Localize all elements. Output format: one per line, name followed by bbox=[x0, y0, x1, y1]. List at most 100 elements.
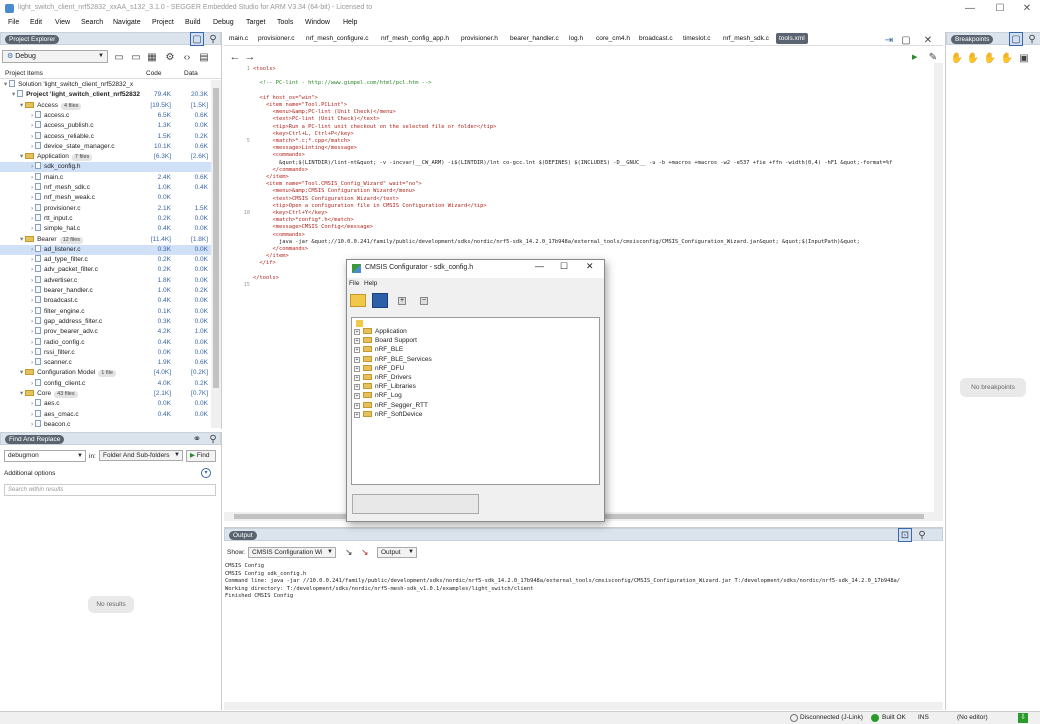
open-folder-icon[interactable]: ▭ bbox=[129, 50, 143, 64]
tree-file[interactable]: › aes_cmac.c 0.4K 0.0K bbox=[0, 409, 211, 420]
menu-view[interactable]: View bbox=[55, 19, 70, 26]
expand-icon[interactable]: + bbox=[354, 402, 360, 409]
expand-icon[interactable]: + bbox=[354, 356, 360, 363]
expand-icon[interactable]: + bbox=[354, 329, 360, 335]
config-tree-item[interactable]: + nRF_Drivers bbox=[354, 373, 411, 382]
run-icon[interactable]: ▶ bbox=[912, 53, 917, 61]
tree-file[interactable]: › simple_hal.c 0.4K 0.0K bbox=[0, 224, 211, 234]
tree-file[interactable]: › access_publish.c 1.3K 0.0K bbox=[0, 121, 211, 131]
config-select[interactable]: ⚙ Debug ▼ bbox=[2, 50, 108, 63]
tree-file[interactable]: › provisioner.c 2.1K 1.5K bbox=[0, 203, 211, 214]
config-tree-item[interactable]: + nRF_SoftDevice bbox=[354, 410, 422, 419]
tree-file[interactable]: › main.c 2.4K 0.6K bbox=[0, 172, 211, 183]
minimize-icon[interactable]: — bbox=[535, 261, 544, 271]
save-icon[interactable] bbox=[372, 293, 388, 308]
tab-log-h[interactable]: log.h bbox=[569, 33, 583, 44]
additional-options[interactable]: Additional options bbox=[4, 470, 55, 477]
menu-navigate[interactable]: Navigate bbox=[113, 19, 141, 26]
tree-file[interactable]: › sdk_config.h bbox=[0, 162, 211, 173]
tree-file[interactable]: › filter_engine.c 0.1K 0.0K bbox=[0, 306, 211, 317]
close-icon[interactable]: ✕ bbox=[1012, 0, 1040, 17]
binoculars-icon[interactable]: ⚭ bbox=[190, 432, 204, 446]
tab-core-cm4-h[interactable]: core_cm4.h bbox=[596, 33, 630, 44]
tree-file[interactable]: › config_client.c 4.0K 0.2K bbox=[0, 378, 211, 389]
expand-icon[interactable]: + bbox=[354, 375, 360, 381]
tree-file[interactable]: › advertiser.c 1.8K 0.0K bbox=[0, 275, 211, 286]
config-tree-item[interactable]: + nRF_Libraries bbox=[354, 382, 416, 391]
tree-file[interactable]: › prov_bearer_adv.c 4.2K 1.0K bbox=[0, 327, 211, 337]
tree-node[interactable]: ▾ Solution 'light_switch_client_nrf52832… bbox=[0, 80, 211, 90]
menu-search[interactable]: Search bbox=[81, 19, 103, 26]
config-tree[interactable]: + Application + Board Support + nRF_BLE + nRF_B… bbox=[351, 317, 600, 485]
settings-icon[interactable]: ⚙ bbox=[163, 50, 177, 64]
maximize-panel-icon[interactable]: ▢ bbox=[190, 32, 204, 46]
download-icon[interactable]: ⇩ bbox=[1018, 713, 1028, 723]
menu-window[interactable]: Window bbox=[305, 19, 330, 26]
options-icon[interactable]: ▤ bbox=[197, 50, 211, 64]
back-icon[interactable]: ← bbox=[228, 50, 242, 64]
tree-file[interactable]: › ad_type_filter.c 0.2K 0.0K bbox=[0, 255, 211, 265]
code-icon[interactable]: ‹› bbox=[180, 50, 194, 64]
menu-file[interactable]: File bbox=[8, 19, 19, 26]
config-tree-item[interactable]: + nRF_Log bbox=[354, 391, 402, 400]
new-file-icon[interactable]: ▭ bbox=[112, 50, 126, 64]
expand-icon[interactable]: + bbox=[354, 365, 360, 372]
tree-file[interactable]: › broadcast.c 0.4K 0.0K bbox=[0, 296, 211, 306]
pin-icon[interactable]: ⚲ bbox=[915, 528, 929, 542]
tab-nrf-mesh-sdk-c[interactable]: nrf_mesh_sdk.c bbox=[723, 33, 769, 44]
scrollbar-thumb[interactable] bbox=[213, 88, 219, 388]
maximize-panel-icon[interactable]: ▢ bbox=[1009, 32, 1023, 46]
tree-file[interactable]: › access_reliable.c 1.5K 0.2K bbox=[0, 131, 211, 142]
prev-location-icon[interactable]: ↘ bbox=[345, 547, 353, 558]
next-location-icon[interactable]: ↘ bbox=[361, 547, 369, 558]
menu-debug[interactable]: Debug bbox=[213, 19, 234, 26]
hand-new-icon[interactable]: ✋ bbox=[966, 51, 980, 65]
search-input[interactable]: debugmon ▼ bbox=[4, 450, 86, 462]
config-tree-item[interactable]: + Board Support bbox=[354, 336, 417, 345]
tree-file[interactable]: › device_state_manager.c 10.1K 0.6K bbox=[0, 141, 211, 152]
expand-icon[interactable]: + bbox=[354, 338, 360, 345]
tab-main-c[interactable]: main.c bbox=[229, 33, 248, 44]
menu-build[interactable]: Build bbox=[185, 19, 201, 26]
output-hscrollbar[interactable] bbox=[224, 702, 943, 710]
tree-file[interactable]: › radio_config.c 0.4K 0.0K bbox=[0, 337, 211, 348]
pin-icon[interactable]: ⚲ bbox=[1025, 32, 1039, 46]
expand-icon[interactable]: + bbox=[354, 393, 360, 400]
connection-status[interactable]: Disconnected (J-Link) bbox=[800, 714, 863, 721]
tree-file[interactable]: › scanner.c 1.9K 0.6K bbox=[0, 358, 211, 368]
tree-folder[interactable]: ▾ Bearer 12 files [11.4K] [1.8K] bbox=[0, 235, 211, 245]
tree-file[interactable]: › beacon.c bbox=[0, 419, 211, 428]
scope-select[interactable]: Folder And Sub-folders ▼ bbox=[99, 450, 183, 461]
tab-nrf-mesh-config-app-h[interactable]: nrf_mesh_config_app.h bbox=[381, 33, 449, 44]
tree-file[interactable]: › nrf_mesh_weak.c 0.0K bbox=[0, 193, 211, 203]
config-tree-item[interactable]: + nRF_DFU bbox=[354, 364, 404, 373]
tree-folder[interactable]: ▾ Access 4 files [19.5K] [1.5K] bbox=[0, 101, 211, 111]
output-source-select[interactable]: CMSIS Configuration Wi ▼ bbox=[248, 547, 336, 558]
config-tree-item[interactable]: + nRF_BLE bbox=[354, 345, 403, 354]
open-folder-icon[interactable] bbox=[350, 294, 366, 307]
output-target-select[interactable]: Output ▼ bbox=[377, 547, 417, 558]
collapse-all-icon[interactable]: − bbox=[420, 297, 428, 305]
tree-file[interactable]: › bearer_handler.c 1.0K 0.2K bbox=[0, 286, 211, 296]
expand-all-icon[interactable]: + bbox=[398, 297, 406, 305]
tree-folder[interactable]: ▾ Core 43 files [2.1K] [0.7K] bbox=[0, 389, 211, 399]
tab-nrf-mesh-configure-c[interactable]: nrf_mesh_configure.c bbox=[306, 33, 369, 44]
menu-help[interactable]: Help bbox=[343, 19, 357, 26]
results-search-input[interactable]: Search within results bbox=[4, 484, 216, 496]
expand-icon[interactable]: ▾ bbox=[201, 468, 211, 478]
menu-target[interactable]: Target bbox=[246, 19, 265, 26]
close-icon[interactable]: ✕ bbox=[586, 261, 594, 272]
forward-icon[interactable]: → bbox=[243, 50, 257, 64]
maximize-icon[interactable]: ☐ bbox=[985, 0, 1015, 17]
pin-icon[interactable]: ⚲ bbox=[206, 432, 220, 446]
hand-icon[interactable]: ✋ bbox=[950, 51, 964, 65]
expand-icon[interactable]: + bbox=[354, 384, 360, 391]
find-button[interactable]: ▶ Find bbox=[186, 450, 216, 462]
editor-vscrollbar[interactable] bbox=[934, 63, 943, 512]
dialog-menu-file[interactable]: File bbox=[349, 280, 359, 287]
maximize-icon[interactable]: ☐ bbox=[560, 261, 568, 272]
breakpoint-window-icon[interactable]: ▣ bbox=[1017, 51, 1031, 65]
minimize-icon[interactable]: — bbox=[955, 0, 985, 17]
close-tab-icon[interactable]: ✕ bbox=[921, 33, 935, 47]
config-tree-item[interactable]: + nRF_BLE_Services bbox=[354, 355, 432, 364]
